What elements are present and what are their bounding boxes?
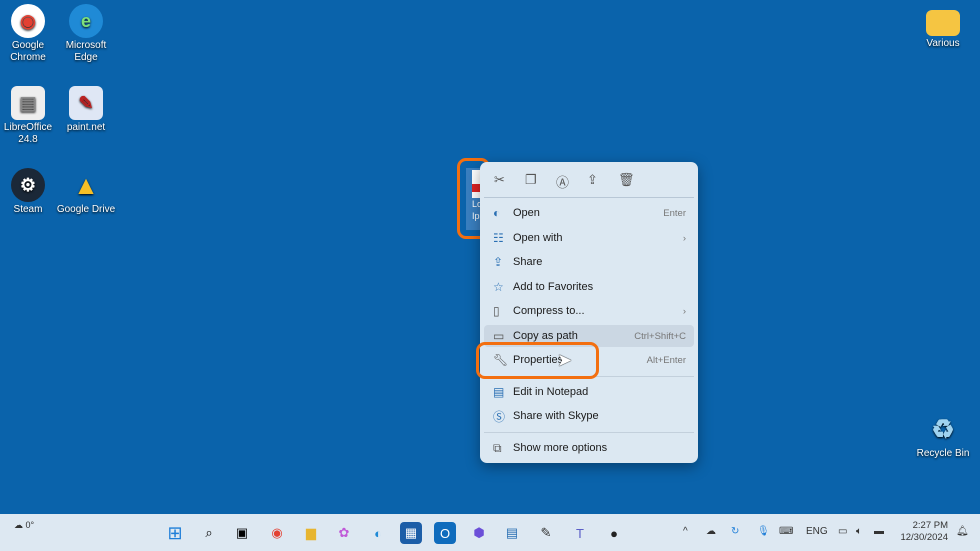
volume-icon[interactable]: 🔈︎: [856, 526, 862, 537]
clock[interactable]: 2:27 PM 12/30/2024: [896, 520, 948, 544]
delete-icon[interactable]: 🗑: [618, 172, 649, 197]
start-icon[interactable]: ⊞: [164, 522, 186, 544]
menu-item-show-more-options[interactable]: ⧉ Show more options: [484, 437, 694, 459]
icon-label: Steam: [13, 204, 43, 215]
recycle-bin-icon: ♻: [931, 414, 955, 444]
app-icon[interactable]: ⬢: [468, 522, 490, 544]
shortcut: Enter: [663, 207, 686, 219]
menu-item-edit-in-notepad[interactable]: ▤ Edit in Notepad: [484, 381, 694, 403]
desktop-icon-edge[interactable]: e Microsoft Edge: [56, 4, 116, 64]
path-icon: ▭: [493, 329, 505, 343]
share-icon: ⇪: [493, 255, 504, 269]
time: 2:27 PM: [912, 520, 948, 531]
libreoffice-icon: ▤: [11, 86, 45, 120]
task-view-icon[interactable]: ▣: [231, 522, 253, 544]
icon-label: Various: [926, 38, 960, 49]
notepad-icon[interactable]: ▤: [501, 522, 523, 544]
zip-icon: ▯: [493, 304, 500, 318]
onedrive-icon[interactable]: ☁: [706, 526, 716, 537]
icon-label: Recycle Bin: [916, 448, 970, 459]
edge-icon: ◐: [493, 206, 501, 220]
weather-widget[interactable]: ☁ 0°: [14, 520, 34, 531]
taskbar: ☁ 0° ⊞ ⌕ ▣ ◉ ▆ ✿ ◐ ▦ O ⬢ ▤ ✎ T ● ^ ☁ ↻ 🎙…: [0, 514, 980, 551]
rename-icon[interactable]: Ⓐ: [556, 172, 587, 197]
chevron-up-icon[interactable]: ^: [683, 526, 688, 537]
cut-icon[interactable]: ✂: [494, 172, 525, 197]
steam-icon: ⚙: [11, 168, 45, 202]
icon-label: LibreOffice 24.8: [3, 122, 53, 145]
icon-label: Microsoft Edge: [65, 40, 107, 63]
star-icon: ☆: [493, 280, 504, 294]
edge-icon: e: [69, 4, 103, 38]
label: Share with Skype: [513, 410, 599, 422]
outlook-icon[interactable]: O: [434, 522, 456, 544]
sync-icon[interactable]: ↻: [731, 526, 739, 537]
label: Add to Favorites: [513, 281, 594, 293]
divider: [484, 432, 694, 433]
google-drive-icon: ▲: [73, 170, 99, 200]
label: Compress to...: [513, 305, 585, 317]
menu-toolbar: ✂ ❐ Ⓐ ⇪ 🗑: [484, 162, 694, 198]
context-menu: ✂ ❐ Ⓐ ⇪ 🗑 ◐ Open Enter ☷ Open with › ⇪ Share …: [480, 162, 698, 463]
skype-icon: Ⓢ: [493, 409, 506, 424]
search-icon[interactable]: ⌕: [198, 522, 220, 544]
recorder-icon[interactable]: ●: [603, 522, 625, 544]
battery-icon[interactable]: ▬: [874, 526, 884, 537]
paintnet-icon[interactable]: ✎: [535, 522, 557, 544]
microphone-icon[interactable]: 🎙︎: [757, 526, 770, 537]
copy-icon[interactable]: ❐: [525, 172, 556, 197]
edge-icon[interactable]: ◐: [367, 522, 389, 544]
menu-item-open-with[interactable]: ☷ Open with ›: [484, 227, 694, 249]
language-indicator[interactable]: ENG: [806, 526, 828, 537]
label: Show more options: [513, 442, 608, 454]
icon-label: Google Drive: [56, 204, 116, 215]
desktop-icon-chrome[interactable]: ◉ Google Chrome: [0, 4, 58, 64]
label: Open with: [513, 232, 563, 244]
menu-item-add-to-favorites[interactable]: ☆ Add to Favorites: [484, 276, 694, 298]
mouse-cursor-icon: ➤: [557, 350, 573, 370]
notification-icon[interactable]: 🔔︎: [956, 526, 969, 537]
chevron-right-icon: ›: [682, 232, 686, 244]
date: 12/30/2024: [900, 532, 948, 543]
chevron-right-icon: ›: [682, 305, 686, 317]
keyboard-icon[interactable]: ⌨: [779, 526, 793, 537]
copilot-icon[interactable]: ✿: [333, 522, 355, 544]
desktop-icon-steam[interactable]: ⚙ Steam: [0, 168, 58, 216]
network-icon[interactable]: ▭: [838, 526, 847, 537]
folder-icon: [926, 10, 960, 36]
desktop-icon-recycle-bin[interactable]: ♻ Recycle Bin: [913, 412, 973, 460]
notepad-icon: ▤: [493, 385, 505, 399]
shortcut: Ctrl+Shift+C: [634, 330, 686, 342]
menu-item-share-with-skype[interactable]: Ⓢ Share with Skype: [484, 405, 694, 427]
chrome-icon: ◉: [11, 4, 45, 38]
label: Edit in Notepad: [513, 386, 589, 398]
label: Share: [513, 256, 543, 268]
paintnet-icon: ✎: [69, 86, 103, 120]
icon-label: paint.net: [66, 122, 106, 133]
label: Copy as path: [513, 330, 578, 342]
menu-item-compress[interactable]: ▯ Compress to... ›: [484, 300, 694, 322]
store-icon[interactable]: ▦: [400, 522, 422, 544]
chrome-icon[interactable]: ◉: [266, 522, 288, 544]
menu-item-share[interactable]: ⇪ Share: [484, 251, 694, 273]
weather-temp: 0°: [25, 520, 35, 530]
menu-item-open[interactable]: ◐ Open Enter: [484, 202, 694, 224]
share-icon[interactable]: ⇪: [587, 172, 618, 197]
file-explorer-icon[interactable]: ▆: [300, 522, 322, 544]
desktop-icon-paintnet[interactable]: ✎ paint.net: [56, 86, 116, 134]
properties-highlight: [476, 342, 599, 379]
desktop-icon-various[interactable]: Various: [913, 4, 973, 50]
shortcut: Alt+Enter: [646, 354, 686, 366]
desktop-icon-google-drive[interactable]: ▲ Google Drive: [56, 168, 116, 216]
teams-icon[interactable]: T: [569, 522, 591, 544]
more-options-icon: ⧉: [493, 440, 502, 455]
desktop-icon-libreoffice[interactable]: ▤ LibreOffice 24.8: [0, 86, 58, 146]
open-with-icon: ☷: [493, 231, 504, 245]
label: Open: [513, 207, 540, 219]
icon-label: Google Chrome: [10, 40, 46, 63]
